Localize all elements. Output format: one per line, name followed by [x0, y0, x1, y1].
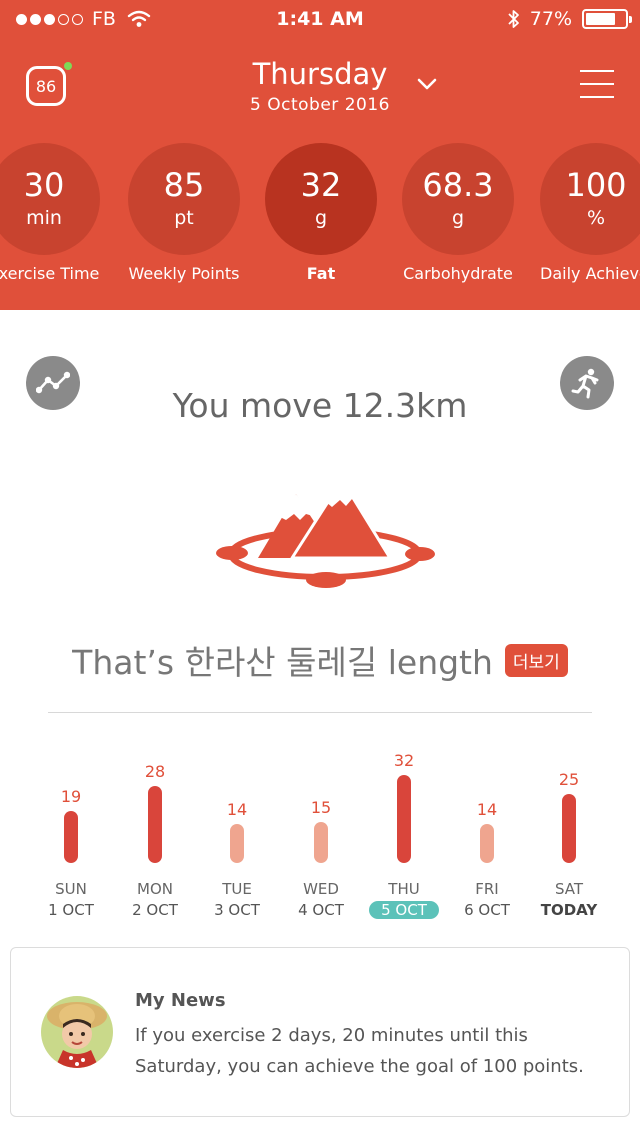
bar-day-label: THU [388, 880, 420, 898]
bar-value: 15 [310, 798, 332, 817]
bar-day-label: WED [303, 880, 339, 898]
bar-date-label: 4 OCT [298, 901, 344, 919]
bar-value: 14 [226, 800, 248, 819]
avatar [41, 996, 113, 1068]
bar-date-label: 6 OCT [464, 901, 510, 919]
metric-unit: pt [174, 207, 194, 229]
bar-day-label: SUN [55, 880, 87, 898]
news-body: If you exercise 2 days, 20 minutes until… [135, 1025, 584, 1077]
day-title[interactable]: Thursday [0, 57, 640, 91]
metric-carbohydrate[interactable]: 68.3 g [402, 143, 514, 255]
metric-label-fat: Fat [306, 264, 336, 283]
metric-value: 68.3 [422, 166, 494, 204]
metric-unit: g [451, 207, 465, 229]
metric-value: 85 [163, 166, 205, 204]
metric-exercise-time[interactable]: 30 min [0, 143, 100, 255]
weekly-day-fri[interactable]: 14 FRI 6 OCT [446, 750, 528, 925]
battery-percent: 77% [529, 8, 572, 30]
metric-label-weekly-points: Weekly Points [128, 264, 240, 283]
bar-value: 25 [558, 770, 580, 789]
status-bar: FB 1:41 AM 77% [0, 0, 640, 40]
bar [64, 811, 78, 863]
bar [230, 824, 244, 863]
battery-icon [582, 9, 632, 29]
bar-day-label: TUE [222, 880, 252, 898]
chevron-down-icon[interactable] [417, 76, 437, 92]
weekly-day-thu[interactable]: 32 THU 5 OCT [363, 750, 445, 925]
news-title: My News [135, 990, 226, 1011]
date-subtitle[interactable]: 5 October 2016 [0, 95, 640, 115]
bar [397, 775, 411, 863]
distance-headline: You move 12.3km [172, 386, 468, 425]
metric-value: 100 [565, 166, 627, 204]
bar-date-label: 3 OCT [214, 901, 260, 919]
metric-unit: min [26, 207, 62, 229]
comparison-row: That’s 한라산 둘레길 length 더보기 [0, 636, 640, 684]
metric-unit: % [586, 207, 606, 229]
weekly-day-tue[interactable]: 14 TUE 3 OCT [196, 750, 278, 925]
more-button[interactable]: 더보기 [504, 643, 568, 677]
battery-fill [586, 13, 615, 25]
bar-day-label: MON [137, 880, 173, 898]
bar-value: 32 [393, 751, 415, 770]
mountain-illustration [216, 478, 435, 588]
bar-day-label: FRI [475, 880, 499, 898]
metric-unit: g [314, 207, 328, 229]
metric-daily-achievement[interactable]: 100 % [540, 143, 640, 255]
bar [314, 822, 328, 863]
bar-value: 28 [144, 762, 166, 781]
status-right: 77% [508, 8, 632, 30]
bar-value: 14 [476, 800, 498, 819]
divider [48, 712, 592, 713]
bar-date-label: 5 OCT [369, 901, 439, 919]
bar-day-label: SAT [554, 880, 584, 898]
metric-fat[interactable]: 32 g [265, 143, 377, 255]
metric-weekly-points[interactable]: 85 pt [128, 143, 240, 255]
weekly-day-sun[interactable]: 19 SUN 1 OCT [30, 750, 112, 925]
news-card[interactable]: My News If you exercise 2 days, 20 minut… [10, 947, 630, 1117]
bar [562, 794, 576, 863]
metric-value: 32 [300, 166, 342, 204]
bar-date-label: 1 OCT [48, 901, 94, 919]
weekly-day-wed[interactable]: 15 WED 4 OCT [280, 750, 362, 925]
bar-date-label: 2 OCT [132, 901, 178, 919]
metric-label-daily-achievement: Daily Achievement [540, 264, 640, 283]
child-avatar-image [41, 996, 113, 1068]
bar-value: 19 [60, 787, 82, 806]
header: FB 1:41 AM 77% 86 Thursday 5 October 201… [0, 0, 640, 310]
comparison-text: That’s 한라산 둘레길 length [72, 643, 493, 682]
bar-date-label: TODAY [540, 901, 598, 919]
bar [480, 824, 494, 863]
bluetooth-icon [508, 10, 519, 28]
metric-label-carbohydrate: Carbohydrate [403, 264, 513, 283]
weekly-day-sat[interactable]: 25 SAT TODAY [528, 750, 610, 925]
hamburger-menu-icon[interactable] [580, 70, 614, 100]
bar [148, 786, 162, 863]
weekly-day-mon[interactable]: 28 MON 2 OCT [114, 750, 196, 925]
metric-value: 30 [23, 166, 65, 204]
